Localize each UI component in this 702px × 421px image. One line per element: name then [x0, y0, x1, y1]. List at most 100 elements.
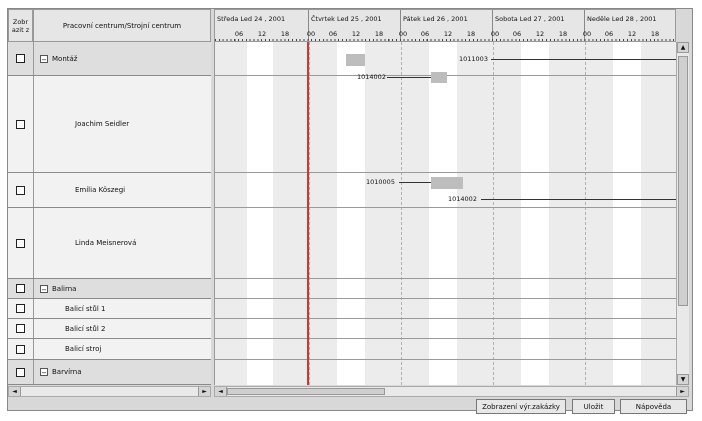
hour-label: 18 — [466, 30, 476, 38]
offshift-band — [215, 42, 247, 385]
day-separator — [493, 42, 494, 385]
show-checkbox[interactable] — [16, 119, 25, 129]
save-button[interactable]: Uložit — [572, 399, 615, 414]
resource-row-linda-meisnerova: Linda Meisnerová — [8, 208, 211, 279]
resource-label: Balicí stůl 1 — [65, 304, 106, 313]
row-separator — [215, 207, 676, 208]
column-header-resource[interactable]: Pracovní centrum/Strojní centrum — [33, 9, 211, 42]
resource-label: Montáž — [52, 54, 78, 63]
task-block[interactable] — [431, 177, 463, 189]
collapse-toggle[interactable]: − — [40, 368, 48, 377]
resource-label: Balicí stroj — [65, 345, 102, 353]
hour-label: 06 — [234, 30, 244, 38]
day-header: Středa Led 24 , 2001 06 12 18 — [215, 10, 309, 41]
hour-label: 12 — [535, 30, 545, 38]
hour-label: 18 — [280, 30, 290, 38]
offshift-band — [457, 42, 521, 385]
task-label[interactable]: 1014002 — [357, 73, 386, 81]
task-bar[interactable] — [387, 77, 431, 78]
display-orders-button[interactable]: Zobrazení výr.zakázky — [476, 399, 566, 414]
show-checkbox[interactable] — [16, 238, 25, 248]
hour-label: 12 — [257, 30, 267, 38]
hour-label: 12 — [443, 30, 453, 38]
resource-label: Joachim Seidler — [75, 120, 130, 128]
resource-row-balici-stul-1: Balicí stůl 1 — [8, 299, 211, 319]
day-label: Středa Led 24 , 2001 — [217, 15, 286, 23]
hour-label: 12 — [351, 30, 361, 38]
day-label: Čtvrtek Led 25 , 2001 — [311, 15, 382, 23]
horizontal-scroll-thumb[interactable] — [227, 388, 385, 395]
vertical-scrollbar[interactable]: ▲ ▼ — [676, 42, 689, 385]
current-time-line — [307, 42, 309, 385]
scroll-left-button[interactable]: ◄ — [215, 387, 227, 396]
day-header: Sobota Led 27 , 2001 00 06 12 18 — [491, 10, 585, 41]
scroll-down-button[interactable]: ▼ — [677, 374, 689, 385]
day-header: Pátek Led 26 , 2001 00 06 12 18 — [398, 10, 493, 41]
day-separator — [585, 42, 586, 385]
help-button[interactable]: Nápověda — [620, 399, 687, 414]
offshift-band — [273, 42, 337, 385]
resource-row-emilia-koszegi: Emília Köszegi — [8, 173, 211, 208]
collapse-toggle[interactable]: − — [40, 284, 48, 294]
resource-row-montaz: − Montáž — [8, 42, 211, 76]
hour-label: 06 — [604, 30, 614, 38]
hour-label: 06 — [420, 30, 430, 38]
left-horizontal-scrollbar[interactable]: ◄ ► — [8, 386, 211, 397]
hour-label: 06 — [512, 30, 522, 38]
show-checkbox[interactable] — [16, 304, 25, 313]
resource-label: Linda Meisnerová — [75, 239, 137, 247]
resource-label: Emília Köszegi — [75, 186, 126, 194]
day-separator — [309, 42, 310, 385]
day-label: Pátek Led 26 , 2001 — [403, 15, 468, 23]
vertical-scroll-thumb[interactable] — [678, 56, 688, 306]
gantt-chart-area[interactable]: 1011003 1014002 1010005 1014002 — [214, 42, 676, 385]
chart-horizontal-scrollbar[interactable]: ◄ ► — [214, 386, 689, 397]
row-separator — [215, 172, 676, 173]
show-checkbox[interactable] — [16, 54, 25, 63]
row-separator — [215, 278, 676, 279]
resource-label: Barvírna — [52, 368, 82, 376]
day-label: Sobota Led 27 , 2001 — [495, 15, 565, 23]
resource-row-barvirna: − Barvírna — [8, 360, 211, 385]
resource-row-balici-stroj: Balicí stroj — [8, 339, 211, 360]
hour-label: 00 — [398, 30, 408, 38]
hour-label: 00 — [306, 30, 316, 38]
scroll-left-button[interactable]: ◄ — [9, 387, 21, 396]
hour-label: 00 — [582, 30, 592, 38]
scroll-right-button[interactable]: ► — [198, 387, 210, 396]
row-separator — [215, 298, 676, 299]
show-checkbox[interactable] — [16, 185, 25, 195]
row-separator — [215, 338, 676, 339]
task-bar[interactable] — [491, 59, 676, 60]
show-checkbox[interactable] — [16, 284, 25, 293]
hour-label: 12 — [627, 30, 637, 38]
resource-label: Balicí stůl 2 — [65, 324, 106, 333]
task-bar[interactable] — [399, 182, 431, 183]
offshift-band — [641, 42, 676, 385]
hour-label: 18 — [558, 30, 568, 38]
task-block[interactable] — [346, 54, 365, 66]
task-block[interactable] — [431, 72, 447, 83]
show-checkbox[interactable] — [16, 367, 25, 377]
column-header-show[interactable]: Zobr azit z — [8, 9, 33, 42]
task-label[interactable]: 1014002 — [448, 195, 477, 203]
day-separator — [401, 42, 402, 385]
task-bar[interactable] — [481, 199, 676, 200]
day-label: Neděle Led 28 , 2001 — [587, 15, 657, 23]
show-checkbox[interactable] — [16, 344, 25, 354]
scroll-right-button[interactable]: ► — [676, 387, 688, 396]
scroll-up-button[interactable]: ▲ — [677, 42, 689, 53]
task-label[interactable]: 1010005 — [366, 178, 395, 186]
resource-row-balici-stul-2: Balicí stůl 2 — [8, 319, 211, 339]
hour-label: 06 — [328, 30, 338, 38]
resource-label: Balirna — [52, 284, 77, 293]
task-label[interactable]: 1011003 — [459, 55, 488, 63]
show-checkbox[interactable] — [16, 324, 25, 333]
hour-label: 18 — [650, 30, 660, 38]
collapse-toggle[interactable]: − — [40, 54, 48, 64]
offshift-band — [365, 42, 429, 385]
offshift-band — [549, 42, 613, 385]
hour-label: 18 — [374, 30, 384, 38]
resource-row-joachim-seidler: Joachim Seidler — [8, 76, 211, 173]
row-separator — [215, 359, 676, 360]
